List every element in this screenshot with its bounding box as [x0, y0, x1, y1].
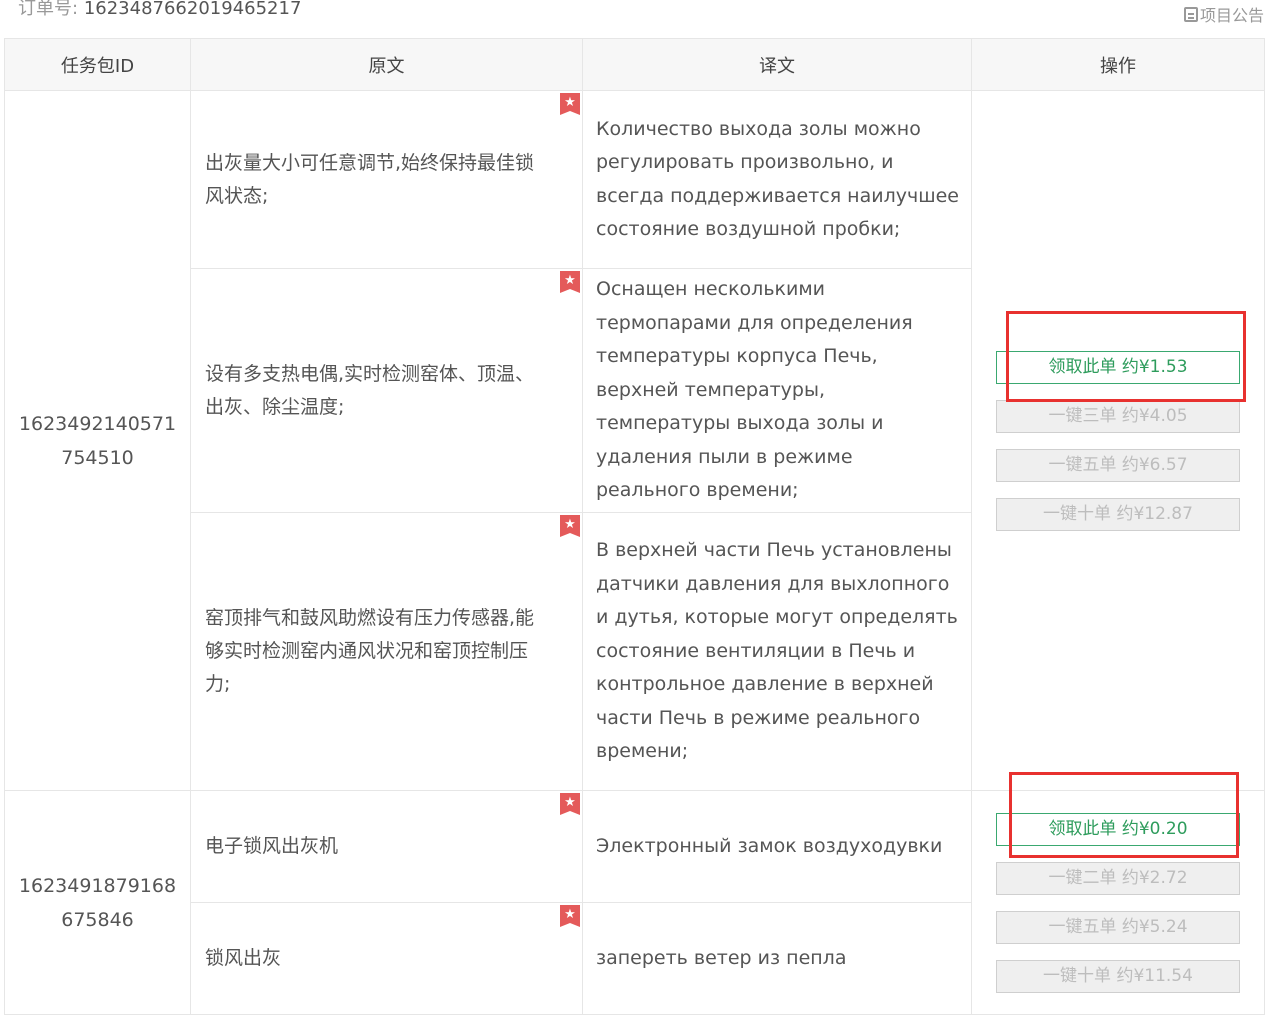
source-cell: ★ 窑顶排气和鼓风助燃设有压力传感器,能够实时检测窑内通风状况和窑顶控制压力;: [190, 512, 583, 791]
source-cell: ★ 锁风出灰: [190, 902, 583, 1015]
claim-five-button[interactable]: 一键五单 约¥5.24: [996, 910, 1240, 944]
table-header-row: 任务包ID 原文 译文 操作: [4, 38, 1265, 91]
target-cell: Электронный замок воздуходувки: [582, 790, 972, 903]
star-icon[interactable]: ★: [560, 271, 580, 293]
task-table: 任务包ID 原文 译文 操作 1623492140571754510 ★ 出灰量…: [4, 38, 1265, 1015]
header-actions: 操作: [971, 38, 1265, 91]
claim-three-button[interactable]: 一键三单 约¥4.05: [996, 399, 1240, 433]
claim-two-button[interactable]: 一键二单 约¥2.72: [996, 861, 1240, 895]
actions-cell: 领取此单 约¥1.53 一键三单 约¥4.05 一键五单 约¥6.57 一键十单…: [971, 90, 1265, 791]
target-text: Количество выхода золы можно регулироват…: [596, 117, 959, 241]
target-cell: В верхней части Печь установлены датчики…: [582, 512, 972, 791]
star-icon[interactable]: ★: [560, 515, 580, 537]
order-number: 订单号: 1623487662019465217: [18, 0, 301, 20]
source-text: 锁风出灰: [205, 947, 282, 969]
source-text: 电子锁风出灰机: [205, 835, 339, 857]
top-bar: 订单号: 1623487662019465217 项目公告: [0, 0, 1280, 36]
star-icon[interactable]: ★: [560, 905, 580, 927]
highlight-box: [1009, 772, 1239, 858]
source-cell: ★ 电子锁风出灰机: [190, 790, 583, 903]
star-icon[interactable]: ★: [560, 793, 580, 815]
header-package-id: 任务包ID: [4, 38, 191, 91]
package-id: 1623492140571754510: [4, 90, 191, 791]
source-cell: ★ 出灰量大小可任意调节,始终保持最佳锁风状态;: [190, 90, 583, 269]
target-text: Оснащен несколькими термопарами для опре…: [596, 278, 913, 502]
source-cell: ★ 设有多支热电偶,实时检测窑体、顶温、出灰、除尘温度;: [190, 268, 583, 513]
claim-five-button[interactable]: 一键五单 约¥6.57: [996, 448, 1240, 482]
header-translation: 译文: [582, 38, 972, 91]
claim-ten-button[interactable]: 一键十单 约¥12.87: [996, 497, 1240, 531]
target-cell: запереть ветер из пепла: [582, 902, 972, 1015]
project-notice-link[interactable]: 项目公告: [1183, 2, 1264, 26]
target-cell: Количество выхода золы можно регулироват…: [582, 90, 972, 269]
target-text: В верхней части Печь установлены датчики…: [596, 539, 958, 763]
package-id: 1623491879168675846: [4, 790, 191, 1015]
highlight-box: [1006, 311, 1246, 402]
target-text: Электронный замок воздуходувки: [596, 834, 943, 857]
header-source: 原文: [190, 38, 583, 91]
notice-icon: [1183, 6, 1198, 22]
table-row: 1623492140571754510 ★ 出灰量大小可任意调节,始终保持最佳锁…: [4, 90, 1265, 791]
project-notice-label: 项目公告: [1199, 6, 1264, 25]
target-text: запереть ветер из пепла: [596, 946, 847, 969]
star-icon[interactable]: ★: [560, 93, 580, 115]
order-number-value: 1623487662019465217: [83, 0, 302, 19]
source-text: 窑顶排气和鼓风助燃设有压力传感器,能够实时检测窑内通风状况和窑顶控制压力;: [205, 607, 535, 695]
target-cell: Оснащен несколькими термопарами для опре…: [582, 268, 972, 513]
source-text: 出灰量大小可任意调节,始终保持最佳锁风状态;: [205, 151, 535, 207]
claim-ten-button[interactable]: 一键十单 约¥11.54: [996, 959, 1240, 993]
order-number-label: 订单号:: [18, 0, 79, 19]
source-text: 设有多支热电偶,实时检测窑体、顶温、出灰、除尘温度;: [205, 362, 535, 418]
